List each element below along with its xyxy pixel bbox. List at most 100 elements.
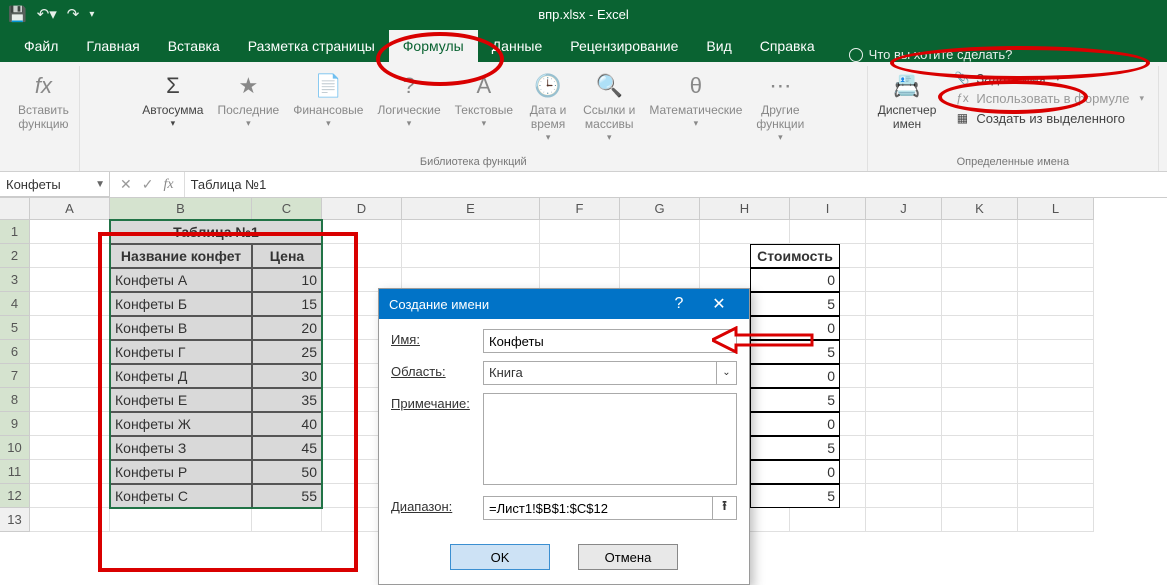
row-header-4[interactable]: 4 <box>0 292 30 316</box>
comment-textarea[interactable] <box>483 393 737 485</box>
autosum-button[interactable]: ΣАвтосумма▾ <box>138 66 207 153</box>
t2-val-3[interactable]: 5 <box>750 340 840 364</box>
t1-price-9[interactable]: 55 <box>252 484 322 508</box>
recent-button[interactable]: ★Последние▾ <box>213 66 283 153</box>
row-header-2[interactable]: 2 <box>0 244 30 268</box>
row-header-1[interactable]: 1 <box>0 220 30 244</box>
financial-button[interactable]: 📄Финансовые▾ <box>289 66 367 153</box>
t2-val-5[interactable]: 5 <box>750 388 840 412</box>
t1-name-4[interactable]: Конфеты Д <box>110 364 252 388</box>
col-header-A[interactable]: A <box>30 198 110 220</box>
cancel-formula-icon[interactable]: ✕ <box>120 176 132 193</box>
t1-name-2[interactable]: Конфеты В <box>110 316 252 340</box>
col-header-K[interactable]: K <box>942 198 1018 220</box>
math-button[interactable]: θМатематические▾ <box>645 66 746 153</box>
range-input[interactable] <box>483 496 713 520</box>
row-header-13[interactable]: 13 <box>0 508 30 532</box>
col-header-B[interactable]: B <box>110 198 252 220</box>
datetime-button[interactable]: 🕒Дата и время▾ <box>523 66 573 153</box>
insert-function-button[interactable]: fx Вставить функцию <box>14 66 73 153</box>
col-header-L[interactable]: L <box>1018 198 1094 220</box>
t2-val-2[interactable]: 0 <box>750 316 840 340</box>
col-header-I[interactable]: I <box>790 198 866 220</box>
t1-name-1[interactable]: Конфеты Б <box>110 292 252 316</box>
row-header-3[interactable]: 3 <box>0 268 30 292</box>
t1-price-4[interactable]: 30 <box>252 364 322 388</box>
tab-file[interactable]: Файл <box>10 30 72 62</box>
save-icon[interactable]: 💾 <box>8 5 27 23</box>
tab-data[interactable]: Данные <box>478 30 557 62</box>
name-box-dropdown-icon[interactable]: ▼ <box>95 179 105 190</box>
col-header-G[interactable]: G <box>620 198 700 220</box>
t2-val-4[interactable]: 0 <box>750 364 840 388</box>
qat-customize-icon[interactable]: ▾ <box>89 9 94 20</box>
formula-text[interactable]: Таблица №1 <box>184 172 1167 197</box>
col-header-D[interactable]: D <box>322 198 402 220</box>
use-in-formula-button[interactable]: ƒxИспользовать в формуле▾ <box>954 90 1144 106</box>
redo-icon[interactable]: ↷ <box>67 5 80 23</box>
text-button[interactable]: AТекстовые▾ <box>451 66 517 153</box>
scope-select[interactable]: Книга <box>483 361 717 385</box>
t2-val-0[interactable]: 0 <box>750 268 840 292</box>
scope-dropdown-icon[interactable]: ⌄ <box>717 361 737 385</box>
lookup-button[interactable]: 🔍Ссылки и массивы▾ <box>579 66 639 153</box>
more-button[interactable]: ⋯Другие функции▾ <box>752 66 808 153</box>
tell-me[interactable]: Что вы хотите сделать? <box>849 47 1013 62</box>
t1-name-6[interactable]: Конфеты Ж <box>110 412 252 436</box>
dialog-close-button[interactable]: ✕ <box>699 294 739 314</box>
col-header-C[interactable]: C <box>252 198 322 220</box>
col-header-E[interactable]: E <box>402 198 540 220</box>
t2-val-1[interactable]: 5 <box>750 292 840 316</box>
row-header-8[interactable]: 8 <box>0 388 30 412</box>
t1-price-2[interactable]: 20 <box>252 316 322 340</box>
tab-layout[interactable]: Разметка страницы <box>234 30 389 62</box>
row-header-9[interactable]: 9 <box>0 412 30 436</box>
name-input[interactable] <box>483 329 737 353</box>
col-header-F[interactable]: F <box>540 198 620 220</box>
range-picker-button[interactable]: ⭱ <box>713 496 737 520</box>
row-header-12[interactable]: 12 <box>0 484 30 508</box>
t1-price-6[interactable]: 40 <box>252 412 322 436</box>
t1-name-5[interactable]: Конфеты Е <box>110 388 252 412</box>
t2-val-6[interactable]: 0 <box>750 412 840 436</box>
fx-button-icon[interactable]: fx <box>163 177 173 193</box>
row-header-10[interactable]: 10 <box>0 436 30 460</box>
logical-button[interactable]: ?Логические▾ <box>373 66 444 153</box>
name-manager-button[interactable]: 📇Диспетчер имен <box>874 66 941 153</box>
tab-formulas[interactable]: Формулы <box>389 30 478 62</box>
tab-help[interactable]: Справка <box>746 30 829 62</box>
select-all-corner[interactable] <box>0 198 30 220</box>
define-name-button[interactable]: 📎Задать имя▾ <box>954 70 1144 86</box>
t1-name-3[interactable]: Конфеты Г <box>110 340 252 364</box>
t2-val-8[interactable]: 0 <box>750 460 840 484</box>
create-from-selection-button[interactable]: ▦Создать из выделенного <box>954 110 1144 126</box>
row-header-6[interactable]: 6 <box>0 340 30 364</box>
t1-price-8[interactable]: 50 <box>252 460 322 484</box>
row-header-7[interactable]: 7 <box>0 364 30 388</box>
cancel-button[interactable]: Отмена <box>578 544 678 570</box>
t1-name-9[interactable]: Конфеты С <box>110 484 252 508</box>
t2-val-7[interactable]: 5 <box>750 436 840 460</box>
enter-formula-icon[interactable]: ✓ <box>142 176 154 193</box>
tab-home[interactable]: Главная <box>72 30 153 62</box>
row-header-5[interactable]: 5 <box>0 316 30 340</box>
ok-button[interactable]: OK <box>450 544 550 570</box>
t2-val-9[interactable]: 5 <box>750 484 840 508</box>
t1-price-3[interactable]: 25 <box>252 340 322 364</box>
col-header-H[interactable]: H <box>700 198 790 220</box>
tab-review[interactable]: Рецензирование <box>556 30 692 62</box>
t1-price-0[interactable]: 10 <box>252 268 322 292</box>
col-header-J[interactable]: J <box>866 198 942 220</box>
tab-insert[interactable]: Вставка <box>154 30 234 62</box>
t1-price-7[interactable]: 45 <box>252 436 322 460</box>
name-box[interactable]: Конфеты ▼ <box>0 172 110 197</box>
t1-price-5[interactable]: 35 <box>252 388 322 412</box>
t1-name-0[interactable]: Конфеты А <box>110 268 252 292</box>
t1-name-8[interactable]: Конфеты Р <box>110 460 252 484</box>
row-header-11[interactable]: 11 <box>0 460 30 484</box>
dialog-help-button[interactable]: ? <box>659 295 699 313</box>
dialog-titlebar[interactable]: Создание имени ? ✕ <box>379 289 749 319</box>
undo-icon[interactable]: ↶▾ <box>37 5 57 23</box>
tab-view[interactable]: Вид <box>692 30 745 62</box>
t1-name-7[interactable]: Конфеты З <box>110 436 252 460</box>
